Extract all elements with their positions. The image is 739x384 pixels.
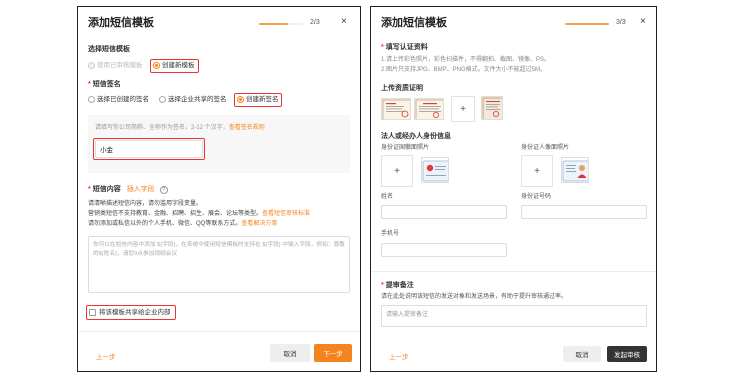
cert-note-1: 1.请上传彩色照片，彩色扫描件，不得翻拍、截图、镜像、PS。 bbox=[381, 57, 551, 63]
name-label: 姓名 bbox=[381, 194, 394, 200]
highlight-box bbox=[86, 305, 176, 320]
content-desc-2: 营销类短信不支持教育、金融、招聘、招生、展会、论坛等类型。查看短信审核标准 bbox=[88, 211, 311, 217]
sign-section-label: * 短信签名 bbox=[88, 81, 121, 88]
cert-section-label: * 填写认证资料 bbox=[381, 44, 428, 51]
remark-input[interactable]: 请输入提审备注 bbox=[381, 305, 647, 327]
phone-input[interactable] bbox=[381, 243, 507, 257]
insert-field-link[interactable]: 插入字段 bbox=[127, 186, 155, 193]
template-section-label: 选择短信模板 bbox=[88, 46, 130, 53]
sign-rules-link[interactable]: 查看签名规则 bbox=[229, 125, 265, 131]
footer-divider bbox=[78, 331, 360, 332]
certificate-image-icon bbox=[415, 99, 443, 119]
cancel-button[interactable]: 取消 bbox=[563, 346, 601, 362]
next-step-button[interactable]: 下一步 bbox=[314, 344, 352, 362]
highlight-box bbox=[234, 93, 282, 107]
step-progress-fill bbox=[259, 23, 289, 25]
close-icon[interactable]: × bbox=[640, 16, 646, 28]
radio-existing-sign[interactable]: 选择已创建的签名 bbox=[88, 96, 149, 104]
sms-template-dialog-step2: 添加短信模板 2/3 × 选择短信模板 使用已审核模板 创建新模板 * 短信签名 … bbox=[77, 6, 361, 372]
id-portrait-upload-button[interactable]: + bbox=[521, 155, 553, 187]
qualification-image-thumbnail[interactable] bbox=[481, 96, 503, 120]
id-card-portrait-icon bbox=[562, 160, 588, 182]
content-desc-1: 请清晰描述短信内容，请勿滥用字段变量。 bbox=[88, 201, 203, 207]
radio-icon bbox=[159, 96, 166, 104]
id-portrait-sample-thumbnail bbox=[561, 157, 589, 183]
qualification-label: 上传资质证明 bbox=[381, 85, 423, 92]
name-input[interactable] bbox=[381, 205, 507, 219]
radio-shared-sign[interactable]: 选择企业共享的签名 bbox=[159, 96, 227, 104]
step-progress-fill bbox=[565, 23, 609, 25]
dialog-title: 添加短信模板 bbox=[381, 17, 447, 29]
phone-label: 手机号 bbox=[381, 231, 400, 237]
step-progress-bar bbox=[259, 23, 303, 25]
id-portrait-label: 身份证人像面照片 bbox=[521, 145, 570, 151]
id-front-upload-button[interactable]: + bbox=[381, 155, 413, 187]
close-icon[interactable]: × bbox=[341, 16, 347, 28]
sms-template-dialog-step3: 添加短信模板 3/3 × * 填写认证资料 1.请上传彩色照片，彩色扫描件，不得翻… bbox=[370, 6, 657, 372]
previous-step-button[interactable]: 上一步 bbox=[96, 348, 126, 364]
sign-hint: 请填写你公司简称、全称作为签名，2-12 个汉字，查看签名规则 bbox=[95, 125, 265, 131]
id-front-label: 身份证国徽面照片 bbox=[381, 145, 430, 151]
legal-person-label: 法人或经办人身份信息 bbox=[381, 133, 451, 140]
radio-use-existing-template[interactable]: 使用已审核模板 bbox=[88, 62, 143, 70]
qualification-upload-button[interactable]: + bbox=[451, 96, 475, 122]
step-indicator: 2/3 bbox=[310, 19, 320, 26]
previous-step-button[interactable]: 上一步 bbox=[389, 348, 419, 364]
cert-note-2: 2.图片只支持JPG、BMP、PNG格式，文件大小不能超过5M。 bbox=[381, 67, 547, 73]
section-divider bbox=[371, 271, 656, 272]
certificate-image-icon bbox=[382, 99, 410, 119]
highlight-box bbox=[93, 138, 205, 160]
sms-content-textarea[interactable]: 你可以在短信内容中添加 ${字段}，在系统中使用短信模板时支持在 ${字段} 中… bbox=[88, 236, 350, 293]
content-section-label: * 短信内容 插入字段 ? bbox=[88, 186, 168, 194]
step-progress-bar bbox=[565, 23, 609, 25]
qualification-image-thumbnail[interactable] bbox=[381, 98, 411, 120]
remark-label: * 提审备注 bbox=[381, 282, 414, 289]
content-desc-3: 请勿添加或私信以外的个人手机、微信、QQ等联系方式。查看解决方案 bbox=[88, 221, 278, 227]
highlight-box bbox=[150, 59, 199, 73]
id-number-input[interactable] bbox=[521, 205, 647, 219]
help-icon[interactable]: ? bbox=[159, 186, 168, 194]
qualification-image-thumbnail[interactable] bbox=[414, 98, 444, 120]
dialog-title: 添加短信模板 bbox=[88, 17, 154, 29]
radio-icon bbox=[88, 96, 95, 104]
solution-link[interactable]: 查看解决方案 bbox=[241, 221, 277, 227]
id-front-sample-thumbnail bbox=[421, 157, 449, 183]
id-number-label: 身份证号码 bbox=[521, 194, 552, 200]
radio-icon bbox=[88, 62, 95, 70]
cancel-button[interactable]: 取消 bbox=[270, 344, 310, 362]
remark-desc: 请在此处说明该短信的发送对象和发送场景，有助于提升审核通过率。 bbox=[381, 294, 568, 300]
submit-review-button[interactable]: 发起审核 bbox=[607, 346, 647, 362]
certificate-image-icon bbox=[482, 97, 502, 119]
step-indicator: 3/3 bbox=[616, 19, 626, 26]
review-standard-link[interactable]: 查看短信审核标准 bbox=[262, 211, 310, 217]
id-card-emblem-icon bbox=[422, 160, 448, 182]
